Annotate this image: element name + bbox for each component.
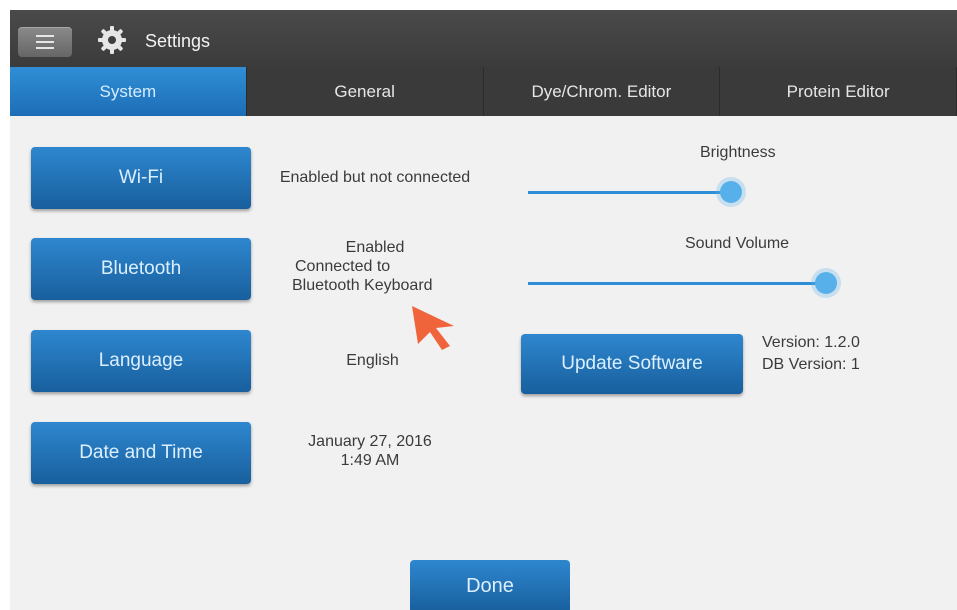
sound-volume-slider-track[interactable] — [528, 282, 825, 285]
sound-volume-slider-thumb[interactable] — [815, 272, 837, 294]
sound-volume-label: Sound Volume — [685, 235, 790, 252]
bluetooth-status-line: Bluetooth Keyboard — [292, 277, 433, 294]
gear-icon — [98, 26, 126, 54]
wifi-status: Enabled but not connected — [279, 169, 471, 186]
title-bar: Settings — [10, 10, 957, 67]
language-button[interactable]: Language — [31, 330, 251, 392]
datetime-status: January 27, 2016 1:49 AM — [280, 432, 460, 470]
version-info: Version: 1.2.0 DB Version: 1 — [762, 332, 860, 376]
date-value: January 27, 2016 — [308, 433, 432, 450]
tab-general[interactable]: General — [247, 67, 484, 116]
db-version: DB Version: 1 — [762, 356, 860, 373]
brightness-label: Brightness — [700, 144, 776, 161]
mouse-cursor-icon — [412, 306, 454, 350]
tab-system[interactable]: System — [10, 67, 247, 116]
hamburger-menu-icon — [36, 47, 54, 49]
brightness-slider-thumb[interactable] — [720, 181, 742, 203]
tab-protein-editor[interactable]: Protein Editor — [720, 67, 957, 116]
bluetooth-status-line: Enabled — [345, 239, 405, 256]
settings-screen: Settings System General Dye/Chrom. Edito… — [10, 10, 957, 610]
tab-dye-chrom-editor[interactable]: Dye/Chrom. Editor — [484, 67, 721, 116]
bluetooth-status: Enabled Connected to Bluetooth Keyboard — [280, 238, 470, 295]
update-software-button[interactable]: Update Software — [521, 334, 743, 394]
wifi-button[interactable]: Wi-Fi — [31, 147, 251, 209]
software-version: Version: 1.2.0 — [762, 334, 860, 351]
hamburger-menu-icon — [36, 41, 54, 43]
time-value: 1:49 AM — [340, 452, 400, 469]
done-button[interactable]: Done — [410, 560, 570, 610]
bluetooth-button[interactable]: Bluetooth — [31, 238, 251, 300]
brightness-slider-track[interactable] — [528, 191, 733, 194]
bluetooth-status-line: Connected to — [295, 258, 391, 275]
hamburger-menu-icon — [36, 35, 54, 37]
page-title: Settings — [145, 31, 211, 51]
tab-bar: System General Dye/Chrom. Editor Protein… — [10, 67, 957, 116]
menu-button[interactable] — [18, 27, 72, 57]
date-and-time-button[interactable]: Date and Time — [31, 422, 251, 484]
